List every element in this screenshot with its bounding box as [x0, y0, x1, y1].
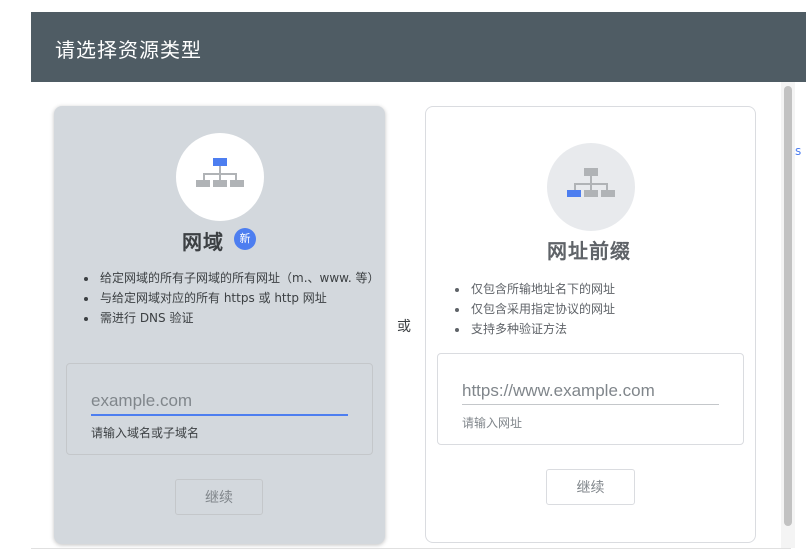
scrollbar-thumb[interactable] [784, 86, 792, 526]
feature-item: 需进行 DNS 验证 [98, 308, 383, 328]
prefix-feature-list: 仅包含所输地址名下的网址 仅包含采用指定协议的网址 支持多种验证方法 [451, 279, 754, 339]
feature-item: 与给定网域对应的所有 https 或 http 网址 [98, 288, 383, 308]
prefix-input-hint: 请输入网址 [462, 416, 523, 430]
page-divider [31, 548, 791, 549]
url-prefix-input[interactable] [462, 378, 719, 405]
prefix-continue-button[interactable]: 继续 [546, 469, 635, 505]
sitemap-icon [196, 158, 244, 187]
prefix-card-title: 网址前缀 [547, 239, 631, 263]
domain-feature-list: 给定网域的所有子网域的所有网址（m.、www. 等） 与给定网域对应的所有 ht… [80, 268, 383, 328]
feature-item: 支持多种验证方法 [469, 319, 754, 339]
prefix-icon-circle [547, 143, 635, 231]
domain-input-hint: 请输入域名或子域名 [91, 426, 200, 440]
dialog-header: 请选择资源类型 [31, 12, 806, 82]
domain-input-box: 请输入域名或子域名 [66, 363, 373, 455]
domain-property-card[interactable]: 网域 新 给定网域的所有子网域的所有网址（m.、www. 等） 与给定网域对应的… [54, 106, 385, 544]
domain-continue-button[interactable]: 继续 [175, 479, 263, 515]
feature-item: 给定网域的所有子网域的所有网址（m.、www. 等） [98, 268, 383, 288]
feature-item: 仅包含采用指定协议的网址 [469, 299, 754, 319]
background-text-fragment: s [795, 144, 802, 158]
feature-item: 仅包含所输地址名下的网址 [469, 279, 754, 299]
sitemap-icon [567, 168, 615, 197]
url-prefix-property-card[interactable]: 网址前缀 仅包含所输地址名下的网址 仅包含采用指定协议的网址 支持多种验证方法 … [425, 106, 756, 543]
domain-input[interactable] [91, 388, 348, 416]
or-separator: 或 [397, 319, 411, 335]
prefix-input-box: 请输入网址 [437, 353, 744, 445]
domain-icon-circle [176, 133, 264, 221]
domain-card-title: 网域 [182, 230, 224, 254]
dialog-title: 请选择资源类型 [55, 38, 202, 62]
new-badge: 新 [234, 228, 256, 250]
